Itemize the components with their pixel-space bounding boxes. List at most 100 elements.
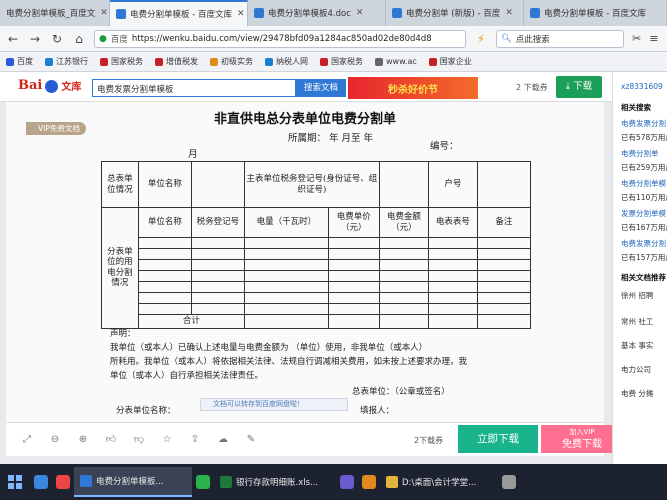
home-icon[interactable]: ⌂ [72, 32, 86, 46]
taskbar-window[interactable]: D:\桌面\会计学堂... [380, 467, 498, 497]
thumbs-down-icon[interactable]: 👎︎ [132, 433, 146, 447]
table-cell[interactable] [476, 303, 532, 315]
comment-icon[interactable]: ✎ [244, 433, 258, 447]
table-cell[interactable] [327, 248, 380, 260]
table-cell[interactable] [378, 259, 429, 271]
main-tax-id-value[interactable] [378, 161, 429, 208]
table-cell[interactable] [427, 303, 478, 315]
table-cell[interactable] [476, 292, 532, 304]
table-cell[interactable] [243, 237, 329, 249]
table-cell[interactable] [476, 248, 532, 260]
share-icon[interactable]: ⇪ [188, 433, 202, 447]
table-cell[interactable] [137, 259, 192, 271]
table-cell[interactable] [243, 248, 329, 260]
table-cell[interactable] [190, 248, 245, 260]
table-cell[interactable] [476, 259, 532, 271]
baidu-wenku-logo[interactable]: Bai 文库 [18, 78, 81, 93]
cloud-save-icon[interactable]: ☁ [216, 433, 230, 447]
table-cell[interactable] [190, 259, 245, 271]
table-cell[interactable] [137, 303, 192, 315]
sidebar-link[interactable]: 已有157万用户 [621, 252, 667, 263]
table-cell[interactable] [137, 281, 192, 293]
star-icon[interactable]: ☆ [160, 433, 174, 447]
table-cell[interactable] [427, 270, 478, 282]
table-cell[interactable] [327, 303, 380, 315]
zoom-out-icon[interactable]: ⊖ [48, 433, 62, 447]
table-cell[interactable] [327, 281, 380, 293]
taskbar-pin[interactable] [336, 467, 358, 497]
table-cell[interactable] [327, 270, 380, 282]
table-cell[interactable] [427, 237, 478, 249]
browser-tab[interactable]: 电费分割单模板 - 百度文库 [524, 0, 667, 26]
table-cell[interactable] [243, 270, 329, 282]
save-to-netdisk-tip[interactable]: 文档可以转存到百度网盘啦！ [200, 398, 348, 411]
promo-banner[interactable]: 秒杀好价节 [348, 77, 478, 99]
table-cell[interactable] [378, 292, 429, 304]
table-cell[interactable] [190, 303, 245, 315]
table-cell[interactable] [378, 303, 429, 315]
sidebar-link[interactable]: 已有110万用户 [621, 192, 667, 203]
bookmark-item[interactable]: 纳税人网 [265, 56, 308, 67]
table-cell[interactable] [327, 259, 380, 271]
main-unit-name-value[interactable] [190, 161, 245, 208]
windows-start-button[interactable] [0, 464, 30, 500]
sidebar-link[interactable]: 电费发票分割 [621, 118, 666, 129]
zoom-in-icon[interactable]: ⊕ [76, 433, 90, 447]
table-cell[interactable] [476, 281, 532, 293]
table-cell[interactable] [427, 281, 478, 293]
table-cell[interactable] [243, 292, 329, 304]
close-tab-icon[interactable]: ✕ [237, 9, 245, 19]
browser-tab[interactable]: 电费分割单模板_百度文 ✕ [0, 0, 110, 26]
download-button[interactable]: ⤓ 下载 [556, 76, 602, 98]
taskbar-pin[interactable] [192, 467, 214, 497]
refresh-icon[interactable]: ↻ [50, 32, 64, 46]
table-cell[interactable] [476, 237, 532, 249]
sidebar-link[interactable]: 电费 分摊 [621, 388, 653, 399]
bookmark-item[interactable]: 国家企业 [428, 56, 472, 67]
bookmark-item[interactable]: 初级实务 [210, 56, 253, 67]
table-cell[interactable] [190, 270, 245, 282]
table-cell[interactable] [243, 303, 329, 315]
table-cell[interactable] [427, 292, 478, 304]
sidebar-link[interactable]: 电费发票分割 [621, 238, 666, 249]
taskbar-window[interactable]: 银行存款明细账.xls... [214, 467, 336, 497]
sidebar-link[interactable]: 发票分割单模 [621, 208, 666, 219]
browser-tab-active[interactable]: 电费分割单模板 - 百度文库 ✕ [110, 0, 248, 26]
close-tab-icon[interactable]: ✕ [356, 8, 364, 18]
sidebar-link[interactable]: 电费分割单模 [621, 178, 666, 189]
table-cell[interactable] [327, 237, 380, 249]
forward-arrow-icon[interactable]: → [28, 32, 42, 46]
sidebar-link[interactable]: 已有167万用户 [621, 222, 667, 233]
taskbar-pin[interactable] [498, 467, 520, 497]
table-cell[interactable] [243, 281, 329, 293]
sidebar-link[interactable]: 电费分割单 [621, 148, 659, 159]
sidebar-link[interactable]: 已有259万用户 [621, 162, 667, 173]
cut-icon[interactable]: ✂ [632, 32, 641, 45]
doc-search-button[interactable]: 搜索文档 [296, 79, 346, 97]
table-cell[interactable] [427, 248, 478, 260]
table-cell[interactable] [378, 237, 429, 249]
bookmark-item[interactable]: 江苏银行 [45, 56, 88, 67]
browser-tab[interactable]: 电费分割单 (新版) - 百度 ✕ [386, 0, 524, 26]
url-field[interactable]: ● 百度 https://wenku.baidu.com/view/29478b… [94, 29, 466, 48]
browser-search-field[interactable]: 🔍︎ 点此搜索 [496, 29, 624, 48]
table-cell[interactable] [378, 281, 429, 293]
table-cell[interactable] [243, 259, 329, 271]
thumbs-up-icon[interactable]: 👍︎ [104, 433, 118, 447]
account-value[interactable] [476, 161, 532, 208]
back-arrow-icon[interactable]: ← [6, 32, 20, 46]
sidebar-link[interactable]: 电力公司 [621, 364, 651, 375]
taskbar-pin[interactable] [358, 467, 380, 497]
table-cell[interactable] [137, 270, 192, 282]
taskbar-pin[interactable] [30, 467, 52, 497]
menu-icon[interactable]: ≡ [649, 32, 658, 45]
sidebar-link[interactable]: 常州 社工 [621, 316, 653, 327]
table-cell[interactable] [137, 237, 192, 249]
close-tab-icon[interactable]: ✕ [100, 8, 108, 18]
table-cell[interactable] [378, 270, 429, 282]
taskbar-pin[interactable] [52, 467, 74, 497]
bookmark-item[interactable]: 增值税发 [155, 56, 198, 67]
table-cell[interactable] [190, 281, 245, 293]
table-cell[interactable] [327, 292, 380, 304]
sidebar-link[interactable]: 基本 事实 [621, 340, 653, 351]
